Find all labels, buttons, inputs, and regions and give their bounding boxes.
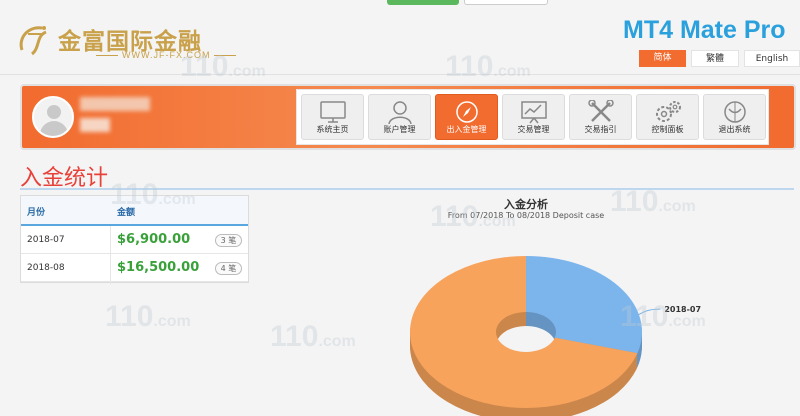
userid-blurred (80, 118, 110, 132)
chart-title: 入金分析 (504, 198, 548, 211)
row-count-badge[interactable]: 3 笔 (215, 234, 242, 247)
avatar[interactable] (32, 96, 74, 138)
nav-label-logout: 退出系统 (718, 125, 751, 134)
main-nav: 系统主页 账户管理 出入金管理 交易管理 交易指引 控制面板 退出系统 (296, 89, 769, 145)
avatar-head (47, 105, 61, 119)
user-icon (387, 101, 412, 124)
watermark: 110.com (105, 300, 191, 333)
logo-url: WWW.JF-FX.COM (92, 50, 240, 60)
watermark: 110.com (270, 320, 356, 353)
nav-label-home: 系统主页 (316, 125, 349, 134)
lang-simplified-button[interactable]: 简体 (639, 50, 686, 67)
row-count-badge[interactable]: 4 笔 (215, 262, 242, 275)
chart-icon (520, 101, 547, 124)
nav-label-account: 账户管理 (383, 125, 416, 134)
nav-label-trade: 交易管理 (517, 125, 550, 134)
watermark: 110.com (445, 50, 531, 83)
top-white-button[interactable] (464, 0, 548, 5)
row-amount: $6,900.00 (117, 232, 191, 247)
username-blurred (80, 97, 150, 111)
row-month: 2018-08 (27, 263, 65, 273)
nav-item-home[interactable]: 系统主页 (301, 94, 364, 140)
nav-item-funds[interactable]: 出入金管理 (435, 94, 498, 140)
top-green-button[interactable] (387, 0, 459, 5)
logout-icon (723, 101, 746, 123)
deposit-pie-chart: 2018-07 (410, 256, 701, 416)
row-month: 2018-07 (27, 235, 65, 245)
nav-label-control: 控制面板 (651, 125, 684, 134)
watermark: 110.com (610, 185, 696, 218)
nav-item-trade[interactable]: 交易管理 (502, 94, 565, 140)
gears-icon (655, 101, 681, 122)
table-row: 2018-08 $16,500.00 4 笔 (21, 254, 248, 282)
nav-item-guide[interactable]: 交易指引 (569, 94, 632, 140)
nav-label-funds: 出入金管理 (446, 125, 487, 134)
nav-label-guide: 交易指引 (584, 125, 617, 134)
table-header: 月份 金额 (21, 196, 248, 226)
header-divider (0, 74, 800, 75)
pie-label-2018-07: 2018-07 (664, 305, 701, 314)
header-month: 月份 (27, 208, 46, 218)
header-amount: 金额 (117, 208, 136, 218)
logo-icon (19, 26, 47, 56)
page: 金富国际金融 WWW.JF-FX.COM MT4 Mate Pro 简体 繁體 … (0, 0, 800, 416)
row-amount: $16,500.00 (117, 260, 200, 275)
deposit-table: 月份 金额 2018-07 $6,900.00 3 笔 2018-08 $16,… (20, 195, 249, 284)
tools-icon (587, 100, 614, 122)
compass-icon (455, 101, 478, 123)
chart-subtitle: From 07/2018 To 08/2018 Deposit case (447, 211, 605, 220)
nav-item-control[interactable]: 控制面板 (636, 94, 699, 140)
nav-item-logout[interactable]: 退出系统 (703, 94, 766, 140)
avatar-body (40, 121, 68, 136)
title-divider (20, 188, 794, 190)
monitor-icon (319, 101, 346, 123)
lang-traditional-button[interactable]: 繁體 (691, 50, 739, 67)
app-title: MT4 Mate Pro (623, 16, 786, 44)
table-row: 2018-07 $6,900.00 3 笔 (21, 226, 248, 254)
nav-item-account[interactable]: 账户管理 (368, 94, 431, 140)
pie-slice-2018-07 (526, 256, 642, 354)
lang-english-button[interactable]: English (744, 50, 800, 67)
